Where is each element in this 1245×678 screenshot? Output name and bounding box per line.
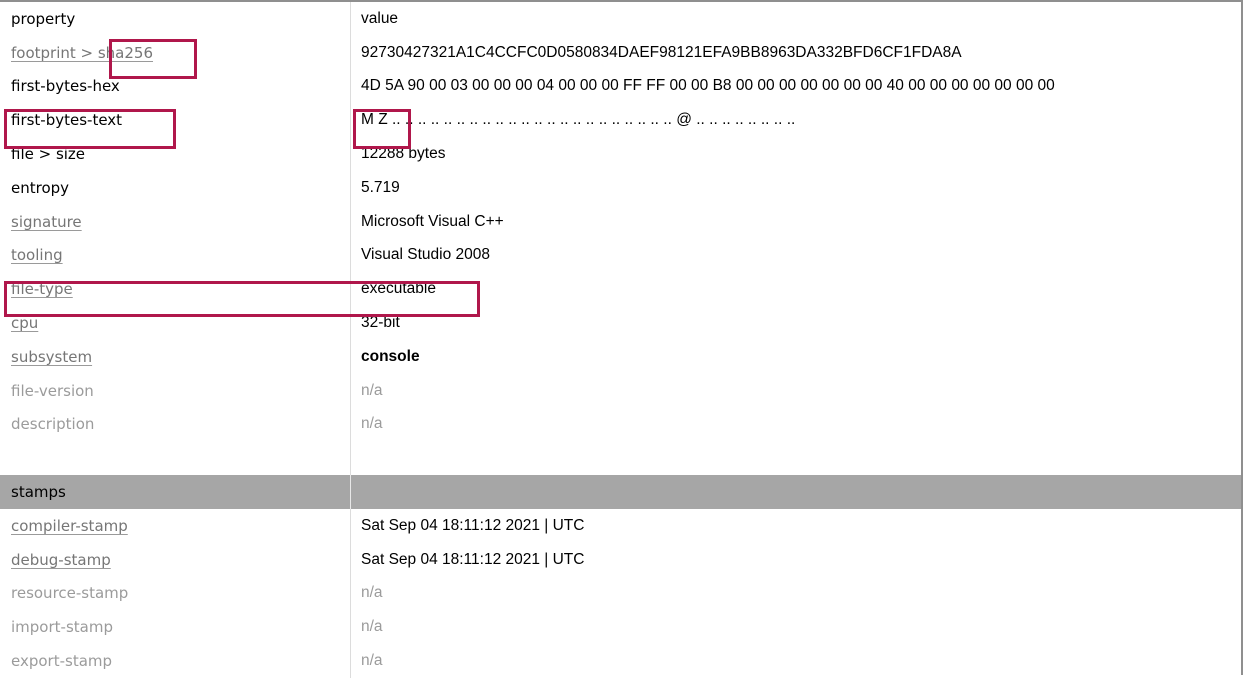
compiler-stamp-value: Sat Sep 04 18:11:12 2021 | UTC	[361, 516, 585, 534]
table-row-description[interactable]: description n/a	[0, 407, 1241, 442]
file-version-label: file-version	[0, 373, 351, 408]
table-row-import-stamp[interactable]: import-stamp n/a	[0, 610, 1241, 645]
empty-label	[0, 441, 351, 476]
table-row-first-bytes-hex[interactable]: first-bytes-hex 4D 5A 90 00 03 00 00 00 …	[0, 69, 1241, 104]
file-type-link[interactable]: file-type	[11, 280, 73, 298]
tooling-value: Visual Studio 2008	[361, 246, 490, 264]
file-size-value: 12288 bytes	[361, 145, 446, 163]
properties-table: property value footprint > sha256 927304…	[0, 2, 1241, 678]
table-row-compiler-stamp[interactable]: compiler-stamp Sat Sep 04 18:11:12 2021 …	[0, 508, 1241, 543]
section-header-stamps[interactable]: stamps	[0, 475, 1241, 509]
sha256-link[interactable]: footprint > sha256	[11, 44, 153, 62]
description-value: n/a	[361, 415, 383, 433]
import-stamp-value: n/a	[361, 618, 383, 636]
signature-link[interactable]: signature	[11, 213, 82, 231]
column-header-property[interactable]: property	[0, 2, 351, 36]
sha256-value: 92730427321A1C4CCFC0D0580834DAEF98121EFA…	[361, 43, 962, 61]
column-header-value[interactable]: value	[351, 2, 1241, 36]
first-bytes-hex-label: first-bytes-hex	[0, 69, 351, 104]
export-stamp-label: export-stamp	[0, 644, 351, 678]
debug-stamp-value: Sat Sep 04 18:11:12 2021 | UTC	[361, 550, 585, 568]
stamps-section-title: stamps	[0, 475, 351, 509]
export-stamp-value: n/a	[361, 652, 383, 670]
table-row-empty	[0, 441, 1241, 476]
table-row-export-stamp[interactable]: export-stamp n/a	[0, 644, 1241, 678]
stamps-section-filler	[351, 475, 1241, 509]
cpu-value: 32-bit	[361, 314, 400, 332]
file-version-value: n/a	[361, 381, 383, 399]
entropy-label: entropy	[0, 170, 351, 205]
description-label: description	[0, 407, 351, 442]
subsystem-value: console	[361, 347, 420, 365]
first-bytes-text-value: M Z .. .. .. .. .. .. .. .. .. .. .. .. …	[361, 111, 796, 129]
tooling-link[interactable]: tooling	[11, 246, 63, 264]
table-row-sha256[interactable]: footprint > sha256 92730427321A1C4CCFC0D…	[0, 35, 1241, 70]
table-row-file-type[interactable]: file-type executable	[0, 272, 1241, 307]
import-stamp-label: import-stamp	[0, 610, 351, 645]
table-row-debug-stamp[interactable]: debug-stamp Sat Sep 04 18:11:12 2021 | U…	[0, 542, 1241, 577]
first-bytes-hex-value: 4D 5A 90 00 03 00 00 00 04 00 00 00 FF F…	[361, 77, 1055, 95]
empty-value	[351, 441, 1241, 475]
resource-stamp-label: resource-stamp	[0, 576, 351, 611]
compiler-stamp-link[interactable]: compiler-stamp	[11, 517, 128, 535]
file-size-label: file > size	[0, 137, 351, 171]
file-type-value: executable	[361, 280, 436, 298]
table-row-file-size[interactable]: file > size 12288 bytes	[0, 137, 1241, 171]
cpu-link[interactable]: cpu	[11, 314, 38, 332]
table-row-subsystem[interactable]: subsystem console	[0, 339, 1241, 374]
table-row-cpu[interactable]: cpu 32-bit	[0, 306, 1241, 340]
table-row-first-bytes-text[interactable]: first-bytes-text M Z .. .. .. .. .. .. .…	[0, 103, 1241, 138]
subsystem-link[interactable]: subsystem	[11, 348, 92, 366]
first-bytes-text-label: first-bytes-text	[0, 103, 351, 138]
table-row-signature[interactable]: signature Microsoft Visual C++	[0, 204, 1241, 239]
entropy-value: 5.719	[361, 178, 400, 196]
table-row-file-version[interactable]: file-version n/a	[0, 373, 1241, 408]
resource-stamp-value: n/a	[361, 584, 383, 602]
table-header: property value	[0, 2, 1241, 36]
signature-value: Microsoft Visual C++	[361, 212, 504, 230]
table-row-entropy[interactable]: entropy 5.719	[0, 170, 1241, 205]
table-row-tooling[interactable]: tooling Visual Studio 2008	[0, 238, 1241, 273]
table-row-resource-stamp[interactable]: resource-stamp n/a	[0, 576, 1241, 611]
debug-stamp-link[interactable]: debug-stamp	[11, 551, 111, 569]
